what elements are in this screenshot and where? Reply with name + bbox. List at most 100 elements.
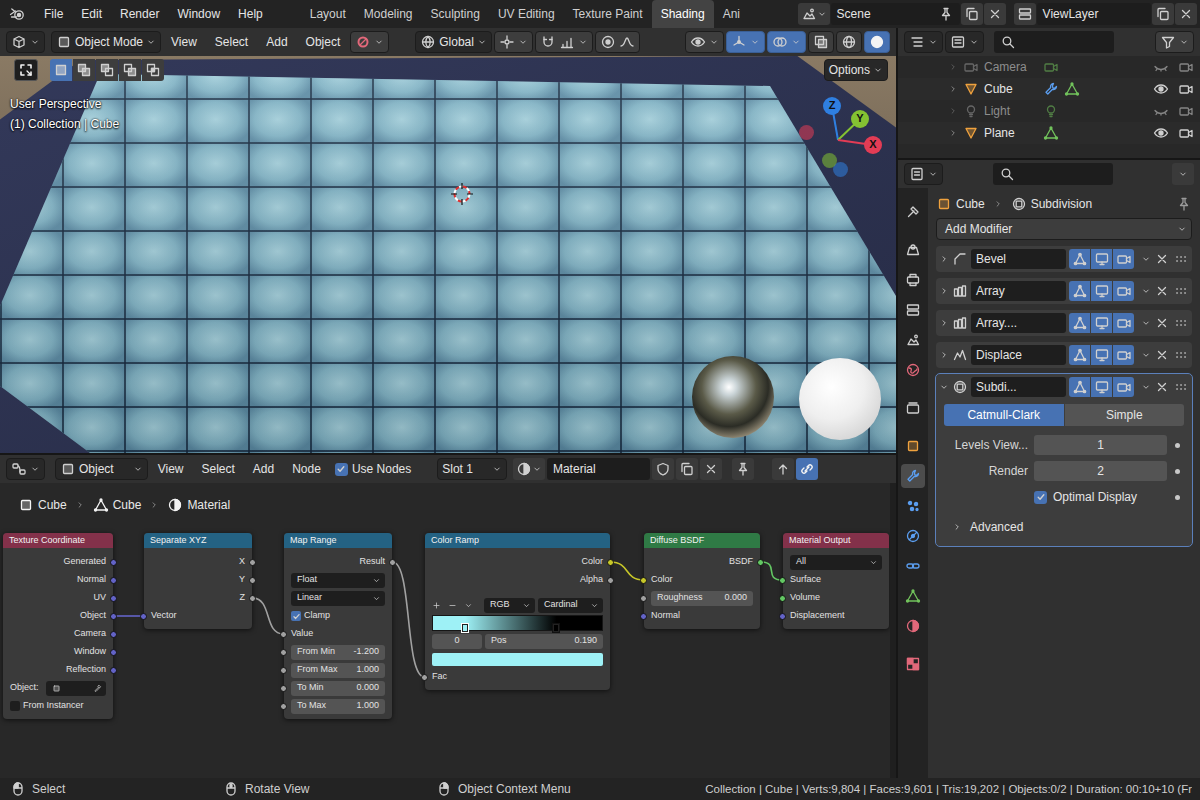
new-view-layer-button[interactable]	[1152, 3, 1174, 25]
node-header[interactable]: Diffuse BSDF	[644, 533, 760, 548]
render-toggle[interactable]	[1113, 249, 1134, 269]
properties-tab[interactable]	[901, 524, 925, 548]
viewport-toggle[interactable]	[1091, 249, 1112, 269]
properties-tab[interactable]	[901, 464, 925, 488]
pivot-dropdown[interactable]	[494, 31, 533, 53]
node-header[interactable]: Material Output	[783, 533, 889, 548]
drag-handle-icon[interactable]	[1173, 379, 1189, 395]
properties-tab[interactable]	[901, 328, 925, 352]
breadcrumb-item[interactable]: Cube	[113, 498, 142, 513]
close-icon[interactable]	[1154, 283, 1170, 299]
object-name[interactable]: Camera	[984, 60, 1038, 75]
blender-logo-icon[interactable]	[9, 6, 25, 22]
modifier-panel[interactable]: Displace	[936, 342, 1192, 368]
properties-tab[interactable]	[901, 200, 925, 224]
selection-mode-button[interactable]	[119, 59, 141, 81]
node-snap-button[interactable]	[796, 458, 818, 480]
menu-item[interactable]: Object	[298, 32, 349, 53]
wrench-icon[interactable]	[1043, 81, 1059, 97]
modifier-menu-icon[interactable]	[1141, 286, 1151, 296]
parent-node-tree-button[interactable]	[772, 458, 794, 480]
menu-item[interactable]: Help	[230, 4, 271, 25]
eyedropper-icon[interactable]	[93, 684, 102, 693]
expand-arrow-icon[interactable]	[939, 382, 949, 392]
properties-tab[interactable]	[901, 554, 925, 578]
view-layer-name[interactable]: ViewLayer	[1043, 7, 1099, 22]
output-socket[interactable]	[249, 595, 256, 602]
output-socket[interactable]	[249, 559, 256, 566]
expand-arrow-icon[interactable]	[939, 318, 949, 328]
value-field[interactable]: To Min0.000	[291, 681, 385, 696]
outliner-row[interactable]: Cube	[898, 78, 1200, 100]
input-socket[interactable]	[640, 613, 647, 620]
add-stop-icon[interactable]	[432, 601, 441, 610]
node-canvas[interactable]: CubeCubeMaterialTexture CoordinateGenera…	[0, 483, 890, 778]
object-picker-field[interactable]	[46, 681, 106, 696]
workspace-tab[interactable]: Modeling	[355, 0, 422, 28]
selection-mode-button[interactable]	[142, 59, 164, 81]
input-socket[interactable]	[779, 595, 786, 602]
axis-handle[interactable]: Y	[851, 110, 869, 128]
node-header[interactable]: Separate XYZ	[144, 533, 252, 548]
output-socket[interactable]	[110, 631, 117, 638]
color-mode-dropdown[interactable]: RGB	[484, 598, 535, 613]
editor-type-dropdown[interactable]	[6, 458, 45, 480]
new-scene-button[interactable]	[961, 3, 983, 25]
node-link[interactable]	[253, 598, 284, 634]
eye-icon[interactable]	[1153, 81, 1169, 97]
modifier-panel[interactable]: Subdi...Catmull-ClarkSimpleLevels View..…	[936, 374, 1192, 546]
pin-icon[interactable]	[1176, 196, 1192, 212]
properties-tab[interactable]	[901, 494, 925, 518]
viewport-toggle[interactable]	[1091, 281, 1112, 301]
material-name[interactable]: Material	[553, 462, 644, 477]
output-socket[interactable]	[110, 613, 117, 620]
input-socket[interactable]	[280, 685, 287, 692]
expand-arrow-icon[interactable]	[948, 84, 958, 94]
value-field[interactable]: To Max1.000	[291, 699, 385, 714]
node-link[interactable]	[611, 562, 644, 580]
workspace-tab[interactable]: Ani	[714, 0, 749, 28]
viewport-toggle[interactable]	[1091, 377, 1112, 397]
input-socket[interactable]	[779, 577, 786, 584]
object-name[interactable]: Plane	[984, 126, 1038, 141]
modifier-name-field[interactable]: Subdi...	[971, 377, 1066, 397]
display-mode-dropdown[interactable]	[945, 31, 984, 53]
stop-position-field[interactable]: Pos0.190	[485, 634, 603, 649]
render-camera-icon[interactable]	[1178, 125, 1194, 141]
shader-node[interactable]: Map RangeResultFloatLinearClampValueFrom…	[284, 533, 392, 719]
close-icon[interactable]	[1154, 379, 1170, 395]
new-material-button[interactable]	[676, 458, 698, 480]
close-icon[interactable]	[1154, 347, 1170, 363]
shader-type-dropdown[interactable]: Object	[55, 458, 148, 480]
output-socket[interactable]	[607, 559, 614, 566]
drag-handle-icon[interactable]	[1173, 283, 1189, 299]
eye-closed-icon[interactable]	[1153, 59, 1169, 75]
menu-item[interactable]: Edit	[73, 4, 110, 25]
close-icon[interactable]	[1154, 315, 1170, 331]
properties-tab[interactable]	[901, 614, 925, 638]
breadcrumb-item[interactable]: Cube	[38, 498, 67, 513]
modifier-panel[interactable]: Array....	[936, 310, 1192, 336]
keyframe-decorator[interactable]	[1175, 469, 1180, 474]
negative-axis-handle[interactable]	[822, 153, 837, 168]
proportional-group[interactable]	[595, 31, 640, 53]
render-toggle[interactable]	[1113, 377, 1134, 397]
input-socket[interactable]	[280, 703, 287, 710]
drag-handle-icon[interactable]	[1173, 347, 1189, 363]
keyframe-decorator[interactable]	[1175, 495, 1180, 500]
mesh-data-icon[interactable]	[1064, 81, 1080, 97]
shader-node[interactable]: Color RampColorAlphaRGBCardinal0Pos0.190…	[425, 533, 610, 690]
properties-tab[interactable]	[901, 652, 925, 676]
stop-index-field[interactable]: 0	[432, 634, 482, 649]
output-socket[interactable]	[110, 559, 117, 566]
workspace-tab[interactable]: Texture Paint	[564, 0, 652, 28]
outliner-row[interactable]: Light	[898, 100, 1200, 122]
expand-arrow-icon[interactable]	[952, 522, 962, 532]
expand-arrow-icon[interactable]	[948, 128, 958, 138]
axis-handle[interactable]: X	[864, 136, 882, 154]
value-field[interactable]: Roughness0.000	[651, 591, 753, 606]
wireframe-toggle[interactable]	[836, 31, 862, 53]
ramp-stop[interactable]	[461, 623, 469, 633]
fake-user-button[interactable]	[652, 458, 674, 480]
camera-data-icon[interactable]	[1043, 59, 1059, 75]
